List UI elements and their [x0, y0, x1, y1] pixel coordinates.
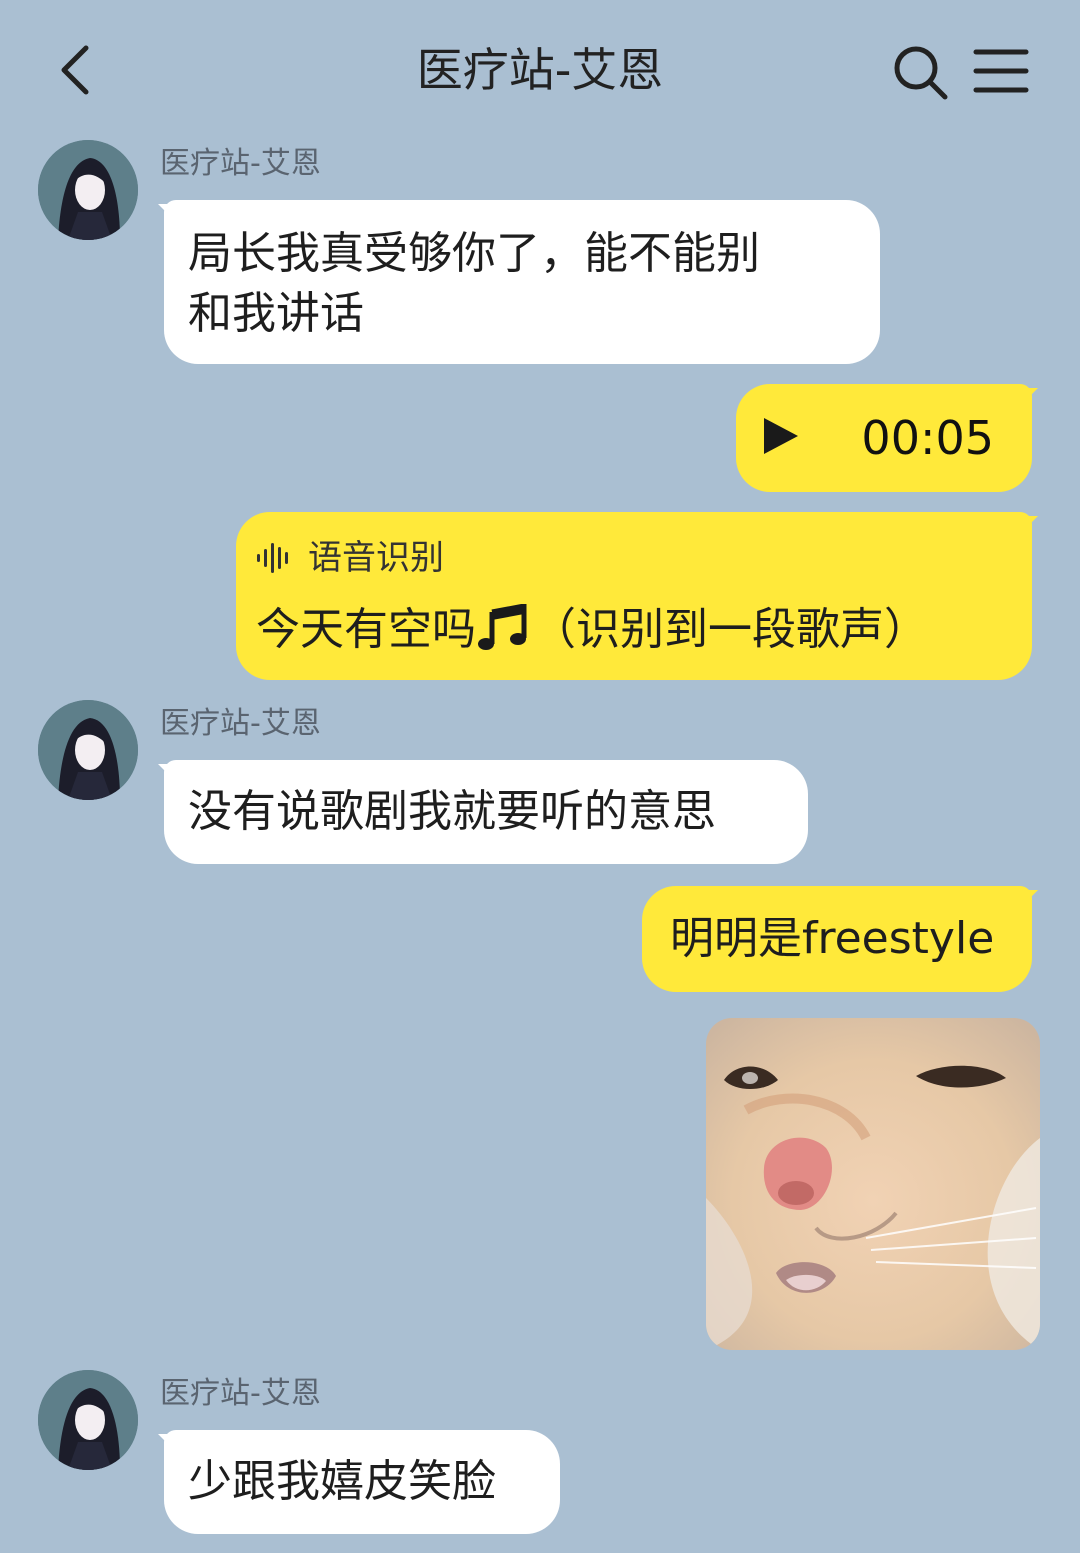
chat-header: 医疗站-艾恩: [0, 0, 1080, 140]
recognized-text: 今天有空吗 （识别到一段歌声）: [256, 600, 928, 660]
message-bubble[interactable]: 局长我真受够你了，能不能别 和我讲话: [164, 200, 880, 364]
music-note-icon: [478, 602, 527, 650]
voice-duration: 00:05: [861, 411, 994, 465]
sender-name: 医疗站-艾恩: [160, 706, 321, 741]
avatar[interactable]: [38, 1370, 138, 1470]
message-text-line: 局长我真受够你了，能不能别: [188, 228, 760, 279]
search-button[interactable]: [890, 42, 950, 102]
sender-name: 医疗站-艾恩: [160, 1376, 321, 1411]
recognized-text-note: （识别到一段歌声）: [532, 604, 928, 655]
hamburger-menu-icon: [973, 49, 1029, 93]
waveform-icon: [257, 543, 288, 573]
avatar[interactable]: [38, 700, 138, 800]
avatar-image: [38, 700, 138, 800]
play-icon[interactable]: [762, 416, 802, 456]
message-bubble[interactable]: 没有说歌剧我就要听的意思: [164, 760, 808, 864]
message-text-line: 和我讲话: [188, 288, 364, 339]
message-text: 少跟我嬉皮笑脸: [188, 1456, 496, 1507]
avatar-image: [38, 140, 138, 240]
speech-recognition-bubble[interactable]: 语音识别 今天有空吗 （识别到一段歌声）: [236, 512, 1032, 680]
speech-recognition-label: 语音识别: [308, 538, 444, 578]
search-icon: [894, 46, 948, 100]
avatar-image: [38, 1370, 138, 1470]
message-bubble[interactable]: 明明是freestyle: [642, 886, 1032, 992]
cat-sticker-image[interactable]: [706, 1018, 1040, 1350]
message-text: 没有说歌剧我就要听的意思: [188, 786, 716, 837]
recognized-text-main: 今天有空吗: [256, 604, 476, 655]
message-bubble[interactable]: 少跟我嬉皮笑脸: [164, 1430, 560, 1534]
speech-recognition-header: 语音识别: [256, 536, 444, 580]
avatar[interactable]: [38, 140, 138, 240]
message-text: 明明是freestyle: [670, 913, 995, 964]
sender-name: 医疗站-艾恩: [160, 146, 321, 181]
voice-message-bubble[interactable]: 00:05: [736, 384, 1032, 492]
menu-button[interactable]: [972, 44, 1030, 100]
